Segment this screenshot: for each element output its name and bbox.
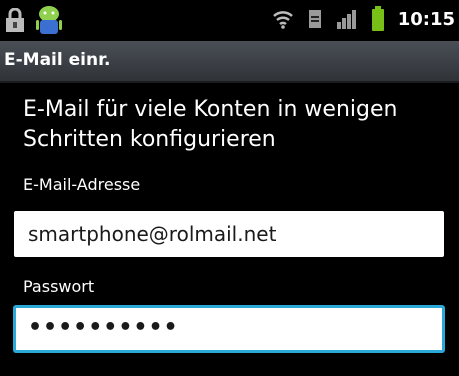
password-field[interactable]: •••••••••• <box>14 306 444 352</box>
page-heading: E-Mail für viele Konten in wenigen Schri… <box>23 97 398 152</box>
notification-icons <box>4 4 64 38</box>
wifi-icon <box>272 8 294 30</box>
signal-icon <box>336 8 358 30</box>
lock-icon <box>4 8 26 34</box>
email-field[interactable]: smartphone@rolmail.net <box>14 211 444 257</box>
battery-icon <box>371 6 384 32</box>
password-label: Passwort <box>23 277 95 296</box>
window-title: E-Mail einr. <box>4 50 111 70</box>
title-bar: E-Mail einr. <box>0 41 459 83</box>
android-icon <box>34 4 64 38</box>
system-icons: 10:15 <box>272 6 455 32</box>
password-value: •••••••••• <box>28 315 179 340</box>
clock: 10:15 <box>397 8 455 30</box>
sim-icon <box>308 8 322 30</box>
status-bar: 10:15 <box>0 0 459 41</box>
email-label: E-Mail-Adresse <box>23 175 141 194</box>
email-value: smartphone@rolmail.net <box>28 222 277 246</box>
